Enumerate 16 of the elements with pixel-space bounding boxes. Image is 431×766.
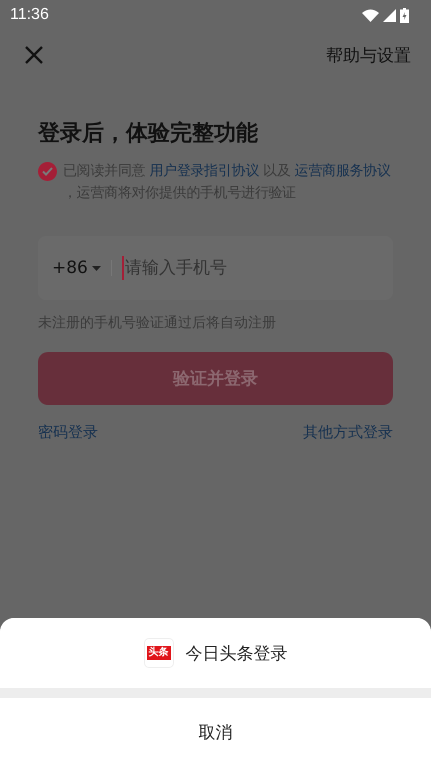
status-time: 11:36 — [10, 6, 49, 24]
carrier-agreement-link[interactable]: 运营商服务协议 — [294, 163, 391, 179]
close-button[interactable] — [24, 45, 44, 65]
page-title: 登录后，体验完整功能 — [38, 120, 259, 148]
agreement-checkbox[interactable] — [38, 162, 57, 181]
help-settings-link[interactable]: 帮助与设置 — [326, 44, 411, 66]
password-login-link[interactable]: 密码登录 — [38, 423, 98, 442]
wifi-icon — [362, 8, 379, 22]
user-agreement-link[interactable]: 用户登录指引协议 — [149, 163, 259, 179]
signal-icon — [383, 8, 396, 22]
checkmark-icon — [42, 167, 53, 176]
battery-icon — [400, 8, 409, 22]
country-code-selector[interactable]: +86 — [52, 258, 101, 278]
other-login-link[interactable]: 其他方式登录 — [303, 423, 393, 442]
app-logo: 头条 — [144, 638, 174, 668]
caret-icon — [92, 266, 101, 270]
